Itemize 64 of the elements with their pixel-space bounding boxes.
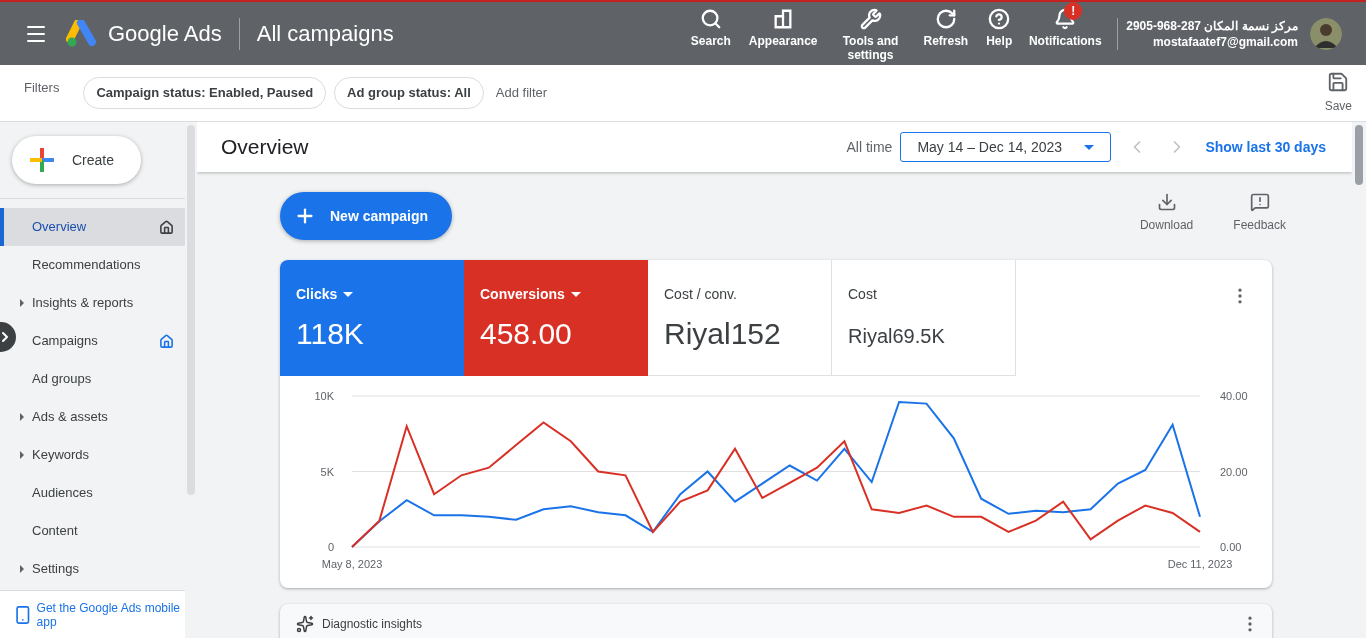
account-email: mostafaatef7@gmail.com <box>1152 34 1298 50</box>
search-icon <box>699 8 722 30</box>
caret-icon <box>20 413 24 421</box>
caret-icon <box>20 299 24 307</box>
metric-tile[interactable]: Cost Riyal69.5K <box>832 260 1016 376</box>
sidebar-item[interactable]: Content <box>18 512 185 550</box>
help-button[interactable]: Help <box>977 2 1022 65</box>
tools-button[interactable]: Tools and settings <box>826 2 915 65</box>
page-title: All campaigns <box>256 20 394 48</box>
product-name: Google Ads <box>108 20 222 48</box>
sidebar-item[interactable]: Settings <box>18 550 185 588</box>
axis-label: May 8, 2023 <box>321 558 383 570</box>
feedback-icon <box>1249 192 1270 212</box>
axis-label: 0 <box>327 541 334 553</box>
account-name: مركز نسمة المكان 287-968-2905 <box>1126 17 1298 34</box>
search-button[interactable]: Search <box>681 2 740 65</box>
axis-label: 10K <box>314 390 334 402</box>
axis-label: Dec 11, 2023 <box>1167 558 1233 570</box>
range-label: All time <box>846 137 893 157</box>
download-icon <box>1156 192 1177 212</box>
appearance-button[interactable]: Appearance <box>739 2 827 65</box>
overview-heading: Overview <box>221 134 309 161</box>
new-campaign-button[interactable]: New campaign <box>280 192 453 240</box>
axis-label: 0.00 <box>1220 541 1242 553</box>
sidebar-item[interactable]: Insights & reports <box>18 284 185 322</box>
sidebar-item[interactable]: Ad groups <box>18 360 185 398</box>
feedback-button[interactable]: Feedback <box>1233 192 1286 234</box>
plus-icon <box>30 148 54 172</box>
sidebar-item[interactable]: Recommendations <box>18 246 185 284</box>
show-last-button[interactable]: Show last 30 days <box>1205 136 1326 158</box>
download-button[interactable]: Download <box>1139 192 1194 234</box>
help-icon <box>988 8 1011 30</box>
sparkles-icon <box>296 615 314 633</box>
caret-icon <box>20 565 24 573</box>
create-button[interactable]: Create <box>12 136 141 184</box>
refresh-button[interactable]: Refresh <box>914 2 978 65</box>
wrench-icon <box>859 8 882 30</box>
add-filter-button[interactable]: Add filter <box>495 83 548 103</box>
refresh-icon <box>934 8 957 30</box>
save-button[interactable]: Save <box>1324 71 1352 115</box>
sidebar-item[interactable]: Audiences <box>18 474 185 512</box>
axis-label: 40.00 <box>1220 390 1248 402</box>
notifications-button[interactable]: ! Notifications <box>1021 2 1110 65</box>
metric-tile[interactable]: Clicks 118K <box>280 260 464 376</box>
avatar[interactable] <box>1310 17 1342 50</box>
sidebar-item[interactable]: Ads & assets <box>18 398 185 436</box>
sidebar-item[interactable]: Keywords <box>18 436 185 474</box>
save-icon <box>1327 71 1350 93</box>
caret-icon <box>570 292 581 297</box>
axis-label: 5K <box>320 465 334 478</box>
sidebar-item[interactable]: Overview <box>0 208 185 246</box>
insights-title: Diagnostic insights <box>322 616 423 633</box>
caret-icon <box>20 451 24 459</box>
date-range-dropdown[interactable]: May 14 – Dec 14, 2023 <box>900 132 1112 162</box>
bell-icon <box>1054 8 1077 30</box>
metric-tile[interactable]: Cost / conv. Riyal152 <box>648 260 832 376</box>
caret-icon <box>1084 144 1095 150</box>
caret-icon <box>343 292 354 297</box>
axis-label: 20.00 <box>1220 465 1248 478</box>
notification-badge: ! <box>1064 2 1083 20</box>
metric-tile[interactable]: Conversions 458.00 <box>464 260 648 376</box>
scrollbar-thumb[interactable] <box>1355 125 1363 185</box>
sidebar-item[interactable]: Campaigns <box>18 322 185 360</box>
filters-label: Filters <box>24 79 60 98</box>
